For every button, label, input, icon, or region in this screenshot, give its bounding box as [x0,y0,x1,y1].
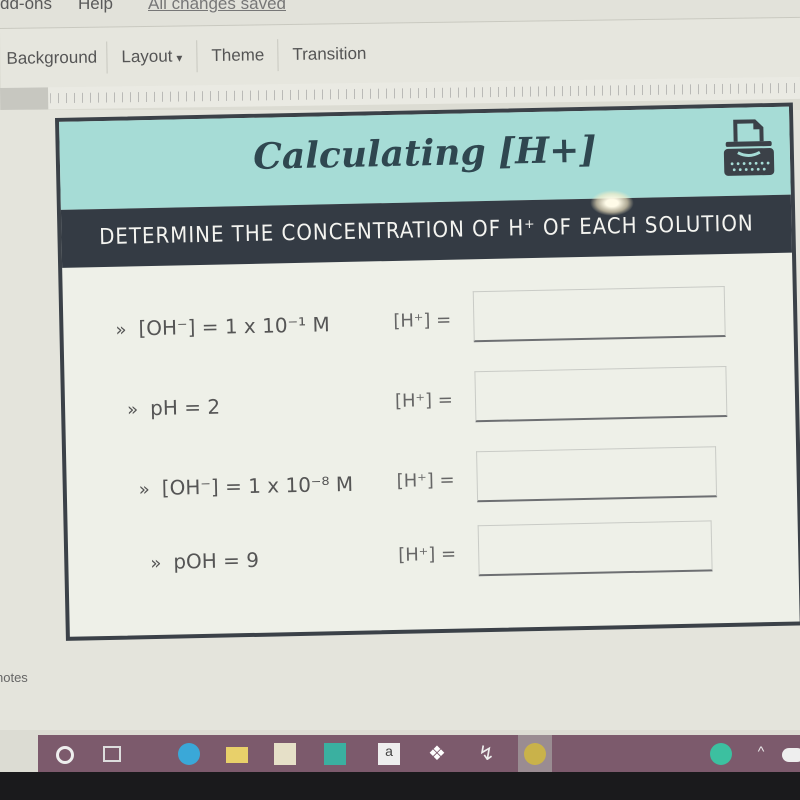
edge-icon[interactable] [178,743,200,765]
task-view-icon[interactable] [103,746,121,762]
question-prompt: [OH⁻] = 1 x 10⁻⁸ M [161,471,354,500]
question: » [OH⁻] = 1 x 10⁻⁸ M [139,472,354,500]
chrome-taskbar-slot[interactable] [518,735,552,775]
bullet-icon: » [115,319,127,341]
speaker-notes[interactable]: notes [0,670,28,685]
typewriter-icon [723,119,775,176]
question-row: » pOH = 9 [H⁺] = [68,519,799,594]
instruction-text: DETERMINE THE CONCENTRATION OF H⁺ OF EAC… [98,211,754,251]
help-icon[interactable] [710,743,732,765]
bullet-icon: » [150,552,162,575]
question-row: » [OH⁻] = 1 x 10⁻¹ M [H⁺] = [63,285,794,360]
question-prompt: pH = 2 [149,394,221,421]
screen-glare [590,190,634,216]
toolbar-divider [196,40,198,73]
answer-label: [H⁺] = [393,309,452,332]
answer-box[interactable] [477,520,713,577]
save-status[interactable]: All changes saved [148,0,286,14]
chevron-up-icon[interactable]: ^ [750,743,772,765]
bullet-icon: » [138,479,151,501]
question: » [OH⁻] = 1 x 10⁻¹ M [115,312,330,340]
ruler-margin [0,87,49,110]
dropdown-arrow-icon: ▼ [174,53,185,65]
answer-box[interactable] [472,286,726,343]
answer-box[interactable] [476,446,718,503]
question-row: » pH = 2 [H⁺] = [64,365,795,440]
transition-button[interactable]: Transition [292,44,366,65]
toolbar-divider [277,39,279,72]
winamp-icon[interactable]: ↯ [478,743,500,765]
answer-label: [H⁺] = [398,543,457,566]
cortana-icon[interactable] [56,746,74,764]
slide-title: Calculating [H+] [252,128,597,178]
answer-box[interactable] [474,365,728,423]
bullet-icon: » [126,399,139,421]
store-icon[interactable] [274,743,296,765]
answer-label: [H⁺] = [394,389,454,412]
layout-button[interactable]: Layout ▼ [121,46,184,67]
mail-icon[interactable] [324,743,346,765]
file-explorer-icon[interactable] [226,747,248,763]
question-prompt: pOH = 9 [173,547,260,574]
toolbar-divider [106,41,108,74]
taskbar: a ❖ ↯ ^ [38,735,800,775]
cloud-icon[interactable] [782,748,800,762]
amazon-icon[interactable]: a [378,743,400,765]
menu-help[interactable]: Help [78,0,113,14]
chrome-icon [524,743,546,765]
answer-label: [H⁺] = [396,469,455,492]
question: » pOH = 9 [150,548,259,574]
question-prompt: [OH⁻] = 1 x 10⁻¹ M [138,312,330,341]
question-row: » [OH⁻] = 1 x 10⁻⁸ M [H⁺] = [66,445,797,520]
ruler-ticks [50,82,800,104]
slide[interactable]: Calculating [H+] DETERMINE THE CONCENTRA… [55,102,800,641]
menu-addons[interactable]: dd-ons [0,0,52,14]
monitor-bezel [0,772,800,800]
question: » pH = 2 [127,395,220,421]
slide-header: Calculating [H+] [59,106,791,210]
theme-button[interactable]: Theme [211,45,264,66]
background-button[interactable]: Background [6,48,97,69]
dropbox-icon[interactable]: ❖ [428,743,450,765]
layout-label: Layout [121,46,173,67]
